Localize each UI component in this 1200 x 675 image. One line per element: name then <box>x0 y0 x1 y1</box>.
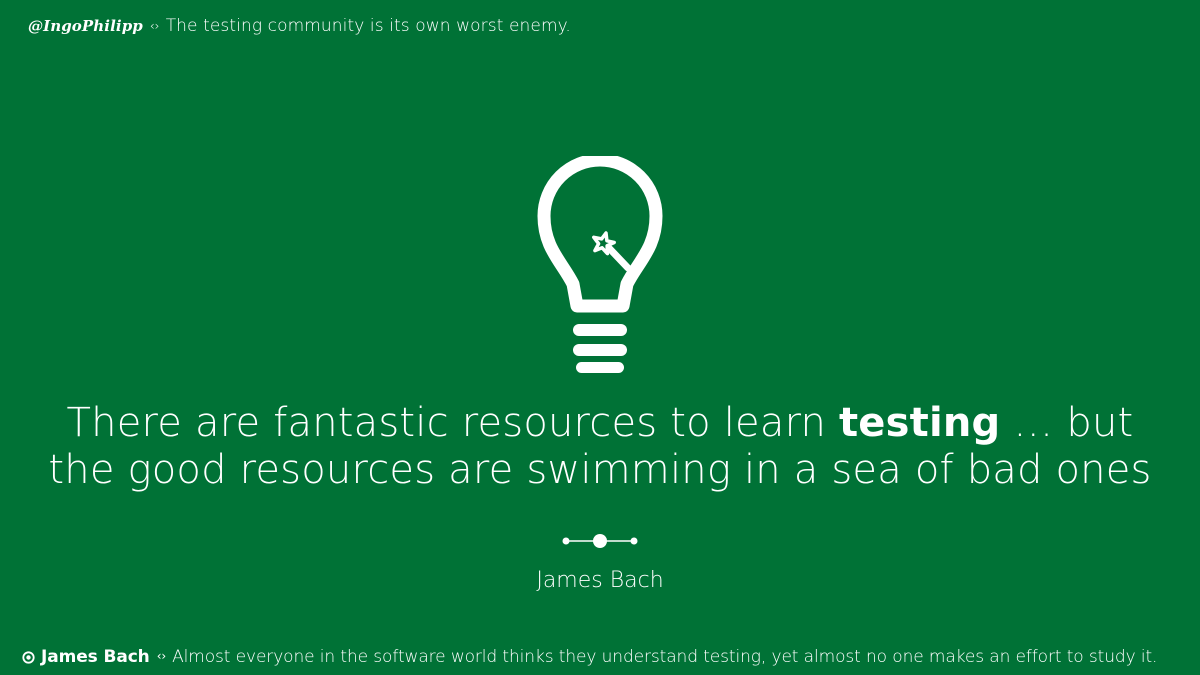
quote-author: James Bach <box>536 568 664 593</box>
header-separator: ‹› <box>149 19 160 33</box>
quote-line-1: There are fantastic resources to learn t… <box>0 400 1200 447</box>
footer-name: James Bach <box>41 647 150 667</box>
quote-line-1-start: There are fantastic resources to learn <box>66 400 839 446</box>
main-quote: There are fantastic resources to learn t… <box>0 400 1200 494</box>
footer-text: Almost everyone in the software world th… <box>172 647 1158 667</box>
quote-line-2: the good resources are swimming in a sea… <box>48 447 1152 493</box>
quote-emphasis: testing <box>838 400 1001 446</box>
footer-bar: James Bach ‹› Almost everyone in the softw… <box>22 647 1157 667</box>
target-icon <box>22 650 35 664</box>
footer-separator: ‹› <box>156 649 167 663</box>
header-bar: @IngoPhilipp ‹› The testing community is i… <box>28 16 571 36</box>
dot-line-divider-icon <box>560 531 640 551</box>
twitter-handle: @IngoPhilipp <box>28 17 143 35</box>
quote-line-1-end: … but <box>1000 400 1134 446</box>
header-tagline: The testing community is its own worst e… <box>165 16 571 36</box>
lightbulb-wand-icon <box>530 153 670 376</box>
